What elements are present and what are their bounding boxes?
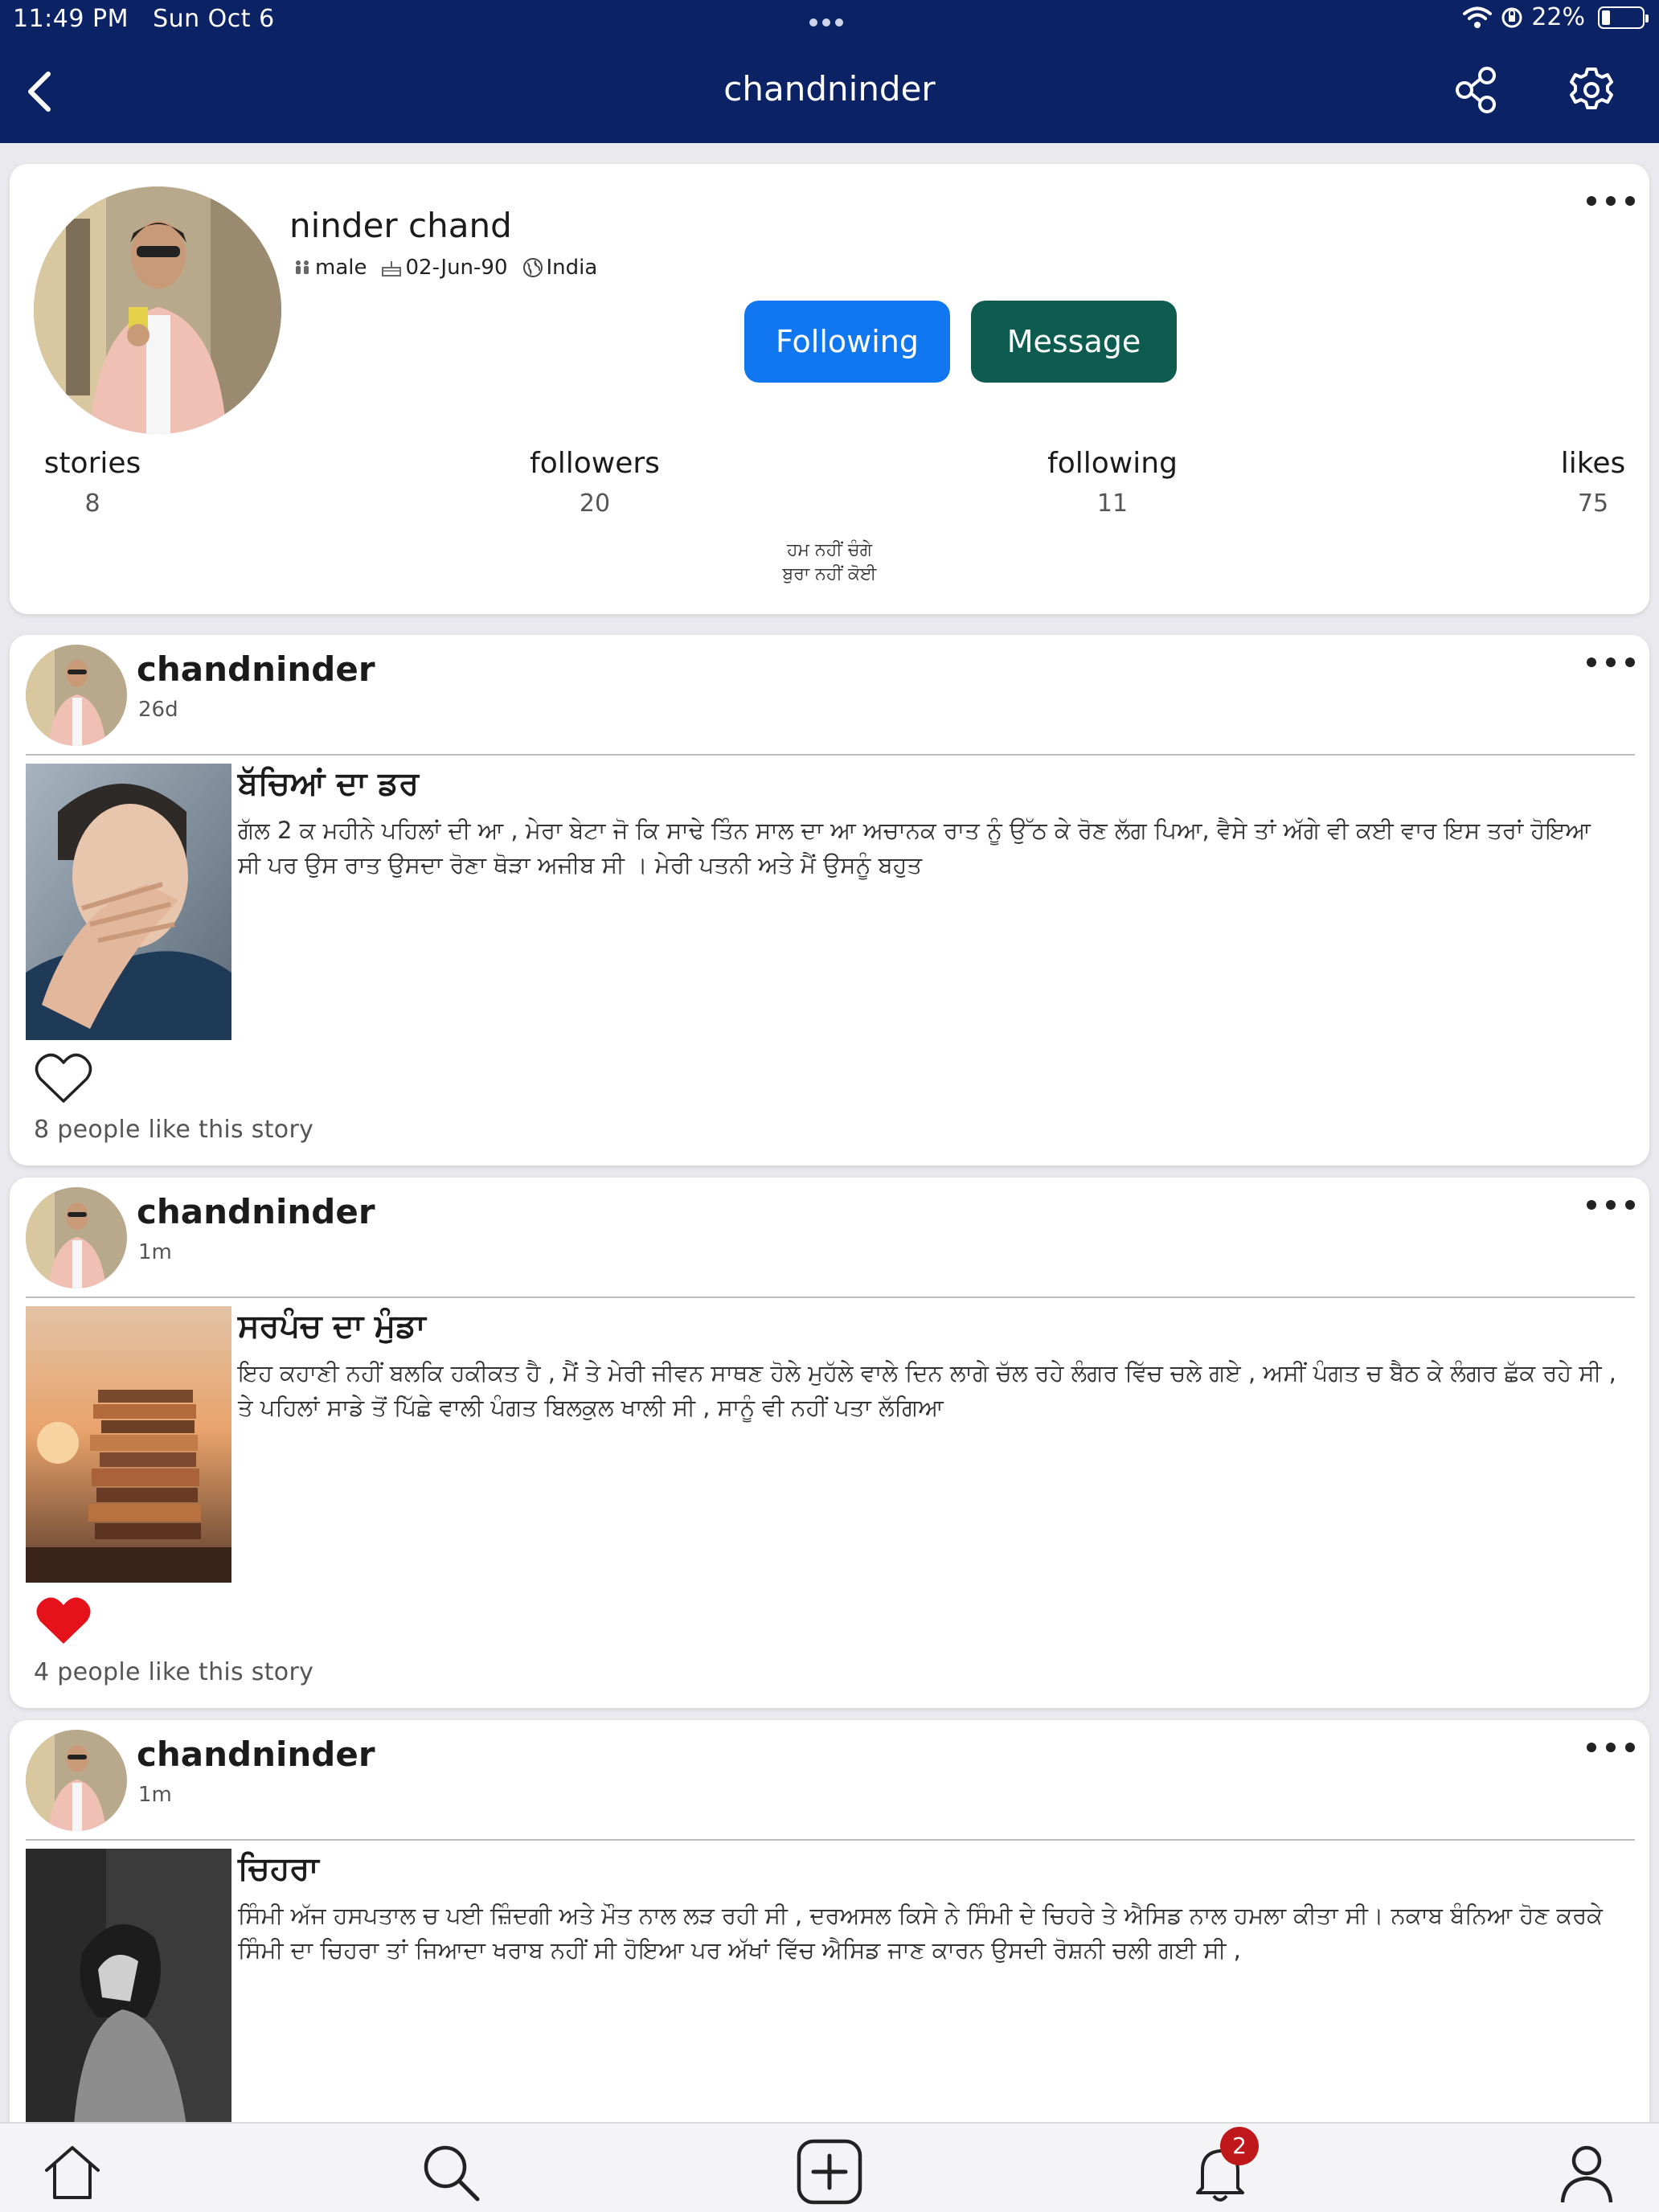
orientation-lock-icon xyxy=(1501,7,1522,27)
like-count: 8 people like this story xyxy=(34,1116,314,1144)
profile-bio: ਹਮ ਨਹੀਂ ਚੰਗੇ ਬੁਰਾ ਨਹੀਂ ਕੋਈ xyxy=(10,539,1649,587)
stat-stories[interactable]: stories 8 xyxy=(34,447,151,518)
story-excerpt: ਗੱਲ 2 ਕ ਮਹੀਨੇ ਪਹਿਲਾਂ ਦੀ ਆ , ਮੇਰਾ ਬੇਟਾ ਜੋ… xyxy=(238,817,1591,879)
time: 11:49 PM xyxy=(13,5,129,33)
story-title[interactable]: ਸਰਪੰਚ ਦਾ ਮੁੰਡਾ xyxy=(238,1308,426,1345)
stat-following[interactable]: following 11 xyxy=(1038,447,1186,518)
wifi-icon xyxy=(1463,6,1493,28)
profile-screen: 11:49 PM Sun Oct 6 22% chandninder ninde… xyxy=(0,0,1659,2212)
story-title[interactable]: ਚਿਹਰਾ xyxy=(238,1850,319,1887)
heart-outline-icon[interactable] xyxy=(34,1051,93,1104)
bio-line: ਬੁਰਾ ਨਹੀਂ ਕੋਈ xyxy=(782,564,877,584)
cake-icon xyxy=(382,261,402,276)
gear-icon[interactable] xyxy=(1566,64,1617,116)
nav-title: chandninder xyxy=(723,69,936,109)
share-icon[interactable] xyxy=(1452,64,1503,116)
following-button[interactable]: Following xyxy=(744,301,950,383)
birthday-value: 02-Jun-90 xyxy=(405,256,508,280)
home-icon[interactable] xyxy=(39,2138,106,2206)
gender-value: male xyxy=(315,256,367,280)
story-thumbnail[interactable] xyxy=(26,1306,231,1583)
author-avatar[interactable] xyxy=(26,645,127,746)
profile-icon[interactable] xyxy=(1553,2138,1620,2206)
stat-followers[interactable]: followers 20 xyxy=(521,447,669,518)
divider xyxy=(26,1296,1635,1298)
gender-icon xyxy=(296,260,309,274)
story-title[interactable]: ਬੱਚਿਆਂ ਦਾ ਡਰ xyxy=(238,765,419,802)
story-card[interactable]: chandninder 26d ਬੱਚਿਆਂ ਦਾ ਡਰ ਗੱਲ 2 ਕ ਮਹੀ… xyxy=(10,635,1649,1165)
globe-icon xyxy=(522,258,543,277)
stat-label: followers xyxy=(530,447,660,480)
story-author[interactable]: chandninder xyxy=(137,649,375,689)
story-age: 26d xyxy=(138,698,178,722)
heart-filled-icon[interactable] xyxy=(34,1594,93,1647)
stat-likes[interactable]: likes 75 xyxy=(1553,447,1633,518)
stat-label: stories xyxy=(43,447,141,480)
story-card[interactable]: chandninder 1m ਸਰਪੰਚ ਦਾ ਮੁੰਡਾ ਇਹ ਕਹਾਣੀ ਨ… xyxy=(10,1178,1649,1708)
birthday-item: 02-Jun-90 xyxy=(381,256,508,280)
story-author[interactable]: chandninder xyxy=(137,1192,375,1231)
gender-item: male xyxy=(293,256,367,280)
bottom-tab-bar xyxy=(0,2122,1659,2212)
profile-meta: male 02-Jun-90 India xyxy=(293,256,604,280)
divider xyxy=(26,1839,1635,1841)
battery-icon xyxy=(1598,6,1649,29)
story-excerpt: ਸਿੰਮੀ ਅੱਜ ਹਸਪਤਾਲ ਚ ਪਈ ਜ਼ਿੰਦਗੀ ਅਤੇ ਮੌਤ ਨਾ… xyxy=(238,1902,1603,1964)
stat-value: 8 xyxy=(84,490,100,518)
like-count: 4 people like this story xyxy=(34,1658,314,1686)
stat-label: following xyxy=(1047,447,1178,480)
divider xyxy=(26,754,1635,756)
story-more-icon[interactable] xyxy=(1587,1739,1635,1755)
profile-card: ninder chand male 02-Jun-90 India Follow… xyxy=(10,164,1649,614)
stat-value: 75 xyxy=(1577,490,1609,518)
country-item: India xyxy=(522,256,598,280)
stat-label: likes xyxy=(1560,447,1626,480)
top-bar: 11:49 PM Sun Oct 6 22% chandninder xyxy=(0,0,1659,143)
story-card[interactable]: chandninder 1m ਚਿਹਰਾ ਸਿੰਮੀ ਅੱਜ ਹਸਪਤਾਲ ਚ … xyxy=(10,1720,1649,2170)
multitask-dots-icon[interactable] xyxy=(807,14,846,30)
stat-value: 20 xyxy=(579,490,611,518)
status-indicators: 22% xyxy=(1462,3,1649,31)
message-button[interactable]: Message xyxy=(971,301,1177,383)
story-thumbnail[interactable] xyxy=(26,1849,231,2125)
story-more-icon[interactable] xyxy=(1587,1197,1635,1213)
bio-line: ਹਮ ਨਹੀਂ ਚੰਗੇ xyxy=(787,540,872,560)
author-avatar[interactable] xyxy=(26,1187,127,1288)
country-value: India xyxy=(546,256,598,280)
story-more-icon[interactable] xyxy=(1587,654,1635,670)
story-author[interactable]: chandninder xyxy=(137,1735,375,1774)
battery-percent: 22% xyxy=(1531,3,1585,31)
profile-name: ninder chand xyxy=(289,206,512,245)
profile-more-icon[interactable] xyxy=(1587,193,1635,209)
search-icon[interactable] xyxy=(416,2138,484,2206)
story-age: 1m xyxy=(138,1240,172,1264)
notification-badge: 2 xyxy=(1220,2127,1259,2165)
story-thumbnail[interactable] xyxy=(26,764,231,1040)
story-excerpt: ਇਹ ਕਹਾਣੀ ਨਹੀਂ ਬਲਕਿ ਹਕੀਕਤ ਹੈ , ਮੈਂ ਤੇ ਮੇਰ… xyxy=(238,1359,1616,1421)
profile-avatar[interactable] xyxy=(34,186,281,434)
add-story-icon[interactable] xyxy=(796,2138,863,2206)
stat-value: 11 xyxy=(1096,490,1129,518)
author-avatar[interactable] xyxy=(26,1730,127,1831)
status-time: 11:49 PM Sun Oct 6 xyxy=(13,5,275,33)
date: Sun Oct 6 xyxy=(153,5,275,33)
story-age: 1m xyxy=(138,1783,172,1807)
